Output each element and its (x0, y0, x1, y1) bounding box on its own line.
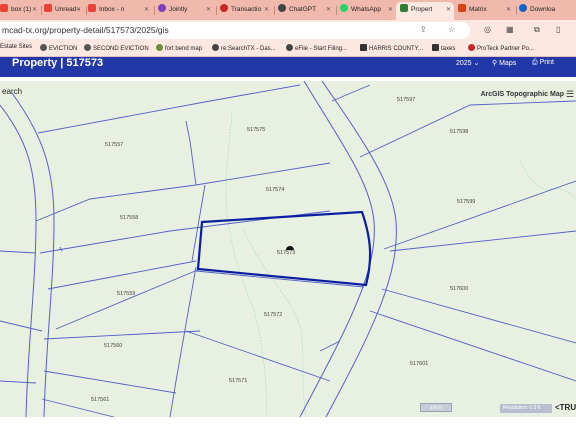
gmail-icon (44, 4, 52, 12)
parcel-labels: 517597 517575 517557 517598 517574 51759… (91, 97, 551, 414)
parcel-label[interactable]: 517559 (117, 291, 135, 297)
browser-tab-active[interactable]: Propert ✕ (396, 2, 454, 20)
bookmarks-bar: Estate Sites EVICTION SECOND EVICTION fo… (0, 41, 576, 57)
basemap-title: ArcGIS Topographic Map (480, 91, 565, 98)
parcel-label[interactable]: 517599 (457, 199, 475, 205)
parcel-label[interactable]: 517575 (247, 127, 265, 133)
parcel-label[interactable]: 517557 (105, 142, 123, 148)
address-bar-row: mcad-tx.org/property-detail/517573/2025/… (0, 20, 576, 41)
matrix-icon (458, 4, 466, 12)
close-tab-icon[interactable]: ✕ (264, 2, 269, 18)
truncated-label: <TRU (555, 403, 576, 412)
close-tab-icon[interactable]: ✕ (32, 2, 37, 18)
research-icon (212, 44, 219, 51)
url-text[interactable]: mcad-tx.org/property-detail/517573/2025/… (2, 25, 169, 35)
printer-icon: ⎙ (532, 59, 538, 66)
browser-tab[interactable]: Downloa (519, 2, 576, 20)
parcel-label[interactable]: 517560 (104, 343, 122, 349)
parcel-label[interactable]: 517574 (266, 187, 284, 193)
parcel-label[interactable]: 517601 (410, 361, 428, 367)
bookmark-item[interactable]: Estate Sites (0, 44, 32, 50)
basemap-list-icon[interactable]: ☰ (566, 89, 574, 100)
gmail-icon (88, 4, 96, 12)
parcel-label-selected[interactable]: 517573 (277, 250, 295, 256)
parcel-label[interactable]: 517571 (229, 378, 247, 384)
bookmark-star-icon[interactable]: ☆ (448, 25, 455, 34)
parcel-label[interactable]: 517572 (264, 312, 282, 318)
parcel-map-svg: 517597 517575 517557 517598 517574 51759… (0, 81, 576, 417)
gmail-icon (0, 4, 8, 12)
parcel-label[interactable]: 517598 (450, 129, 468, 135)
county-icon (360, 44, 367, 51)
close-tab-icon[interactable]: ✕ (326, 2, 331, 18)
browser-tab[interactable]: Matrix ✕ (458, 2, 514, 20)
download-icon (519, 4, 527, 12)
whatsapp-icon (340, 4, 348, 12)
browser-tab[interactable]: Unread - ✕ (44, 2, 84, 20)
transaction-icon (220, 4, 228, 12)
map-icon (156, 44, 163, 51)
efile-icon (286, 44, 293, 51)
close-tab-icon[interactable]: ✕ (76, 2, 81, 18)
taxes-icon (432, 44, 439, 51)
bookmark-item[interactable]: SECOND EVICTION (84, 44, 149, 52)
property-site-icon (400, 4, 408, 12)
browser-tab[interactable]: box (1) ✕ (0, 2, 40, 20)
site-header: Property | 517573 2025 ⌄ ⚲ Maps ⎙ Print (0, 57, 576, 77)
puzzle-icon[interactable]: ⧉ (534, 25, 540, 35)
bookmark-item[interactable]: re:SearchTX - Das... (212, 44, 276, 52)
browser-tab[interactable]: ChatGPT ✕ (278, 2, 334, 20)
bookmark-item[interactable]: taxes (432, 44, 455, 52)
jointly-icon (158, 4, 166, 12)
gis-map[interactable]: 517597 517575 517557 517598 517574 51759… (0, 81, 576, 417)
proteck-icon (468, 44, 475, 51)
resolution-badge: Resolution: 0.3 ft (500, 404, 552, 413)
extension-icon[interactable]: ▦ (506, 25, 514, 34)
year-select[interactable]: 2025 ⌄ (456, 59, 479, 67)
close-tab-icon[interactable]: ✕ (388, 2, 393, 18)
bookmark-item[interactable]: fort bend map (156, 44, 202, 52)
browser-tab[interactable]: Transactio ✕ (220, 2, 272, 20)
page-bottom-strip (0, 417, 576, 432)
globe-icon (40, 44, 47, 51)
parcel-label[interactable]: 517597 (397, 97, 415, 103)
close-tab-icon[interactable]: ✕ (446, 2, 451, 18)
browser-tab[interactable]: WhatsApp ✕ (340, 2, 396, 20)
road-outlines (0, 81, 397, 417)
extension-icon[interactable]: ◎ (484, 25, 491, 34)
browser-tab-strip: box (1) ✕ Unread - ✕ Inbox - n ✕ Jointly ✕ T… (0, 0, 576, 20)
browser-tab[interactable]: Inbox - n ✕ (88, 2, 152, 20)
globe-icon (84, 44, 91, 51)
bookmark-item[interactable]: ProTeck Partner Po... (468, 44, 534, 52)
print-button[interactable]: ⎙ Print (532, 59, 554, 67)
share-icon[interactable]: ⇪ (420, 25, 427, 34)
topo-contours (225, 110, 576, 417)
browser-tab[interactable]: Jointly ✕ (158, 2, 214, 20)
bookmark-item[interactable]: HARRIS COUNTY... (360, 44, 423, 52)
bookmark-item[interactable]: eFile - Start Filing... (286, 44, 347, 52)
page-title: Property | 517573 (12, 57, 104, 69)
bookmark-item[interactable]: EVICTION (40, 44, 77, 52)
map-pin-icon: ⚲ (492, 60, 498, 67)
omnibox[interactable]: mcad-tx.org/property-detail/517573/2025/… (0, 22, 470, 39)
chevron-down-icon: ⌄ (473, 60, 480, 67)
scale-bar: 100 ft (420, 403, 452, 412)
close-tab-icon[interactable]: ✕ (206, 2, 211, 18)
parcel-label[interactable]: 517558 (120, 215, 138, 221)
chatgpt-icon (278, 4, 286, 12)
parcel-label[interactable]: 517561 (91, 397, 109, 403)
maps-button[interactable]: ⚲ Maps (492, 59, 516, 67)
close-tab-icon[interactable]: ✕ (144, 2, 149, 18)
parcel-label[interactable]: 517600 (450, 286, 468, 292)
search-panel-label[interactable]: earch (2, 87, 22, 96)
close-tab-icon[interactable]: ✕ (506, 2, 511, 18)
side-panel-icon[interactable]: ▯ (556, 25, 560, 34)
